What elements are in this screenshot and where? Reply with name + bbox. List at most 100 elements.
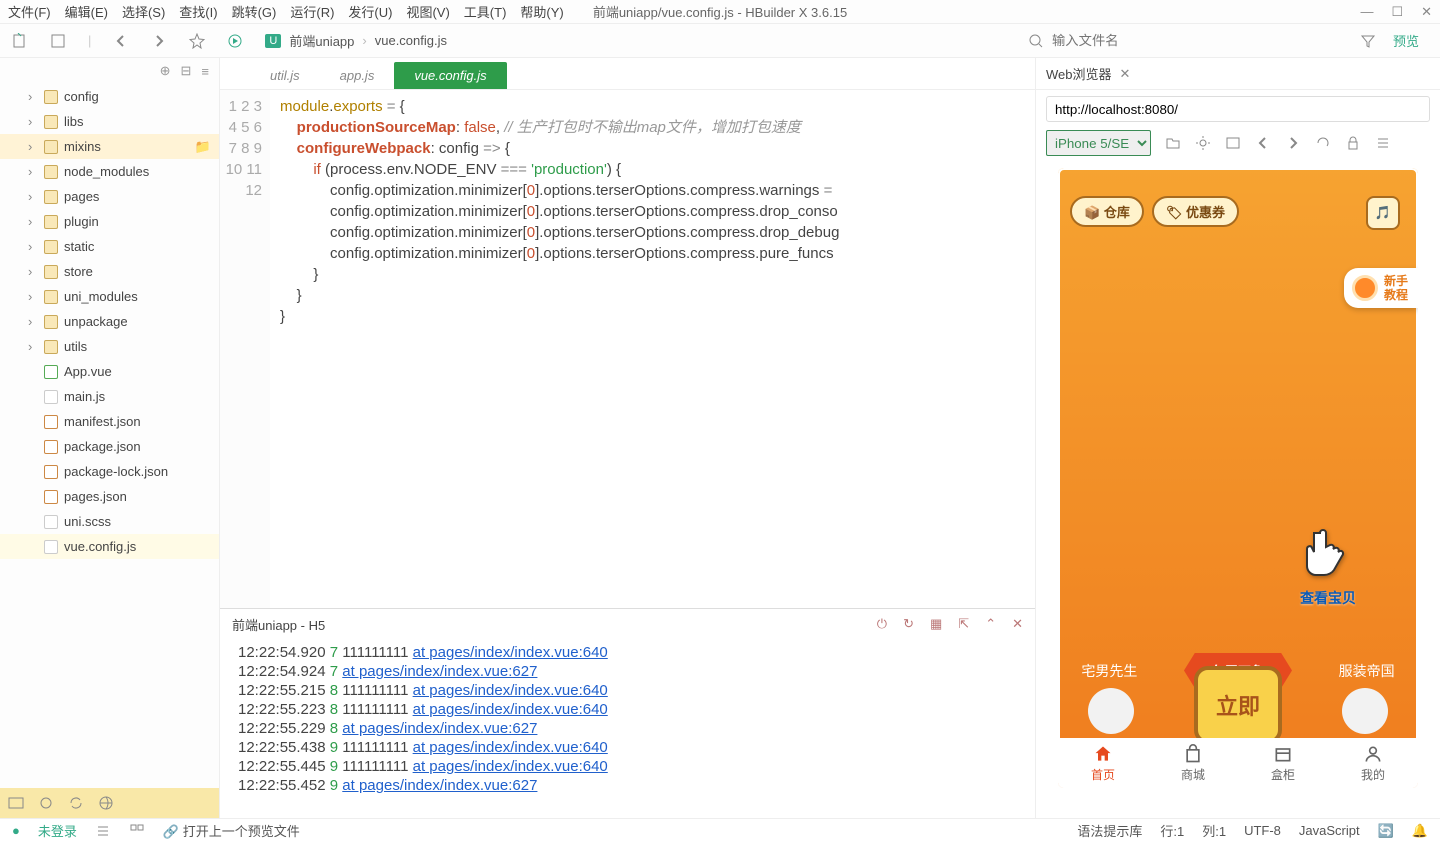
tree-item-manifest-json[interactable]: manifest.json: [0, 409, 219, 434]
console-export-icon[interactable]: ⇱: [958, 616, 969, 632]
back-icon[interactable]: [113, 33, 129, 49]
terminal-icon[interactable]: [8, 795, 24, 811]
list-icon[interactable]: [95, 823, 111, 839]
refresh-icon[interactable]: [1315, 135, 1331, 151]
console-link[interactable]: at pages/index/index.vue:640: [413, 682, 608, 699]
sync-status-icon[interactable]: 🔄: [1378, 823, 1394, 839]
breadcrumb-project[interactable]: 前端uniapp: [289, 31, 354, 50]
new-file-icon[interactable]: [12, 33, 28, 49]
tree-item-uni-scss[interactable]: uni.scss: [0, 509, 219, 534]
console-output[interactable]: 12:22:54.920 7 111111111 at pages/index/…: [220, 639, 1035, 818]
breadcrumb-file[interactable]: vue.config.js: [375, 33, 447, 48]
encoding[interactable]: UTF-8: [1244, 823, 1281, 838]
tab-home[interactable]: 首页: [1058, 738, 1148, 788]
forward-icon[interactable]: [151, 33, 167, 49]
language-mode[interactable]: JavaScript: [1299, 823, 1360, 838]
search-icon[interactable]: [1028, 33, 1044, 49]
devtools-icon[interactable]: [1225, 135, 1241, 151]
preview-tab[interactable]: Web浏览器: [1046, 64, 1112, 83]
tree-item-libs[interactable]: ›libs: [0, 109, 219, 134]
close-icon[interactable]: ✕: [1421, 4, 1432, 20]
preview-close-icon[interactable]: ✕: [1120, 66, 1131, 82]
console-collapse-icon[interactable]: ⌃: [985, 616, 996, 632]
menu-select[interactable]: 选择(S): [122, 2, 165, 21]
console-link[interactable]: at pages/index/index.vue:627: [342, 720, 537, 737]
preview-url-input[interactable]: [1046, 96, 1430, 122]
music-button[interactable]: 🎵: [1366, 196, 1400, 230]
tree-item-pages[interactable]: ›pages: [0, 184, 219, 209]
tree-item-mixins[interactable]: ›mixins📁: [0, 134, 219, 159]
console-clear-icon[interactable]: ▦: [930, 616, 942, 632]
category-left[interactable]: 宅男先生: [1081, 661, 1137, 681]
warehouse-button[interactable]: 📦 仓库: [1070, 196, 1144, 227]
device-select[interactable]: iPhone 5/SE: [1046, 130, 1151, 156]
tree-item-static[interactable]: ›static: [0, 234, 219, 259]
tab-box[interactable]: 盒柜: [1238, 738, 1328, 788]
notifications-icon[interactable]: 🔔: [1412, 823, 1428, 839]
add-icon[interactable]: ⊕: [160, 63, 171, 79]
tree-item-config[interactable]: ›config: [0, 84, 219, 109]
syntax-library[interactable]: 语法提示库: [1077, 821, 1142, 840]
menu-tools[interactable]: 工具(T): [464, 2, 507, 21]
tree-item-unpackage[interactable]: ›unpackage: [0, 309, 219, 334]
menu-help[interactable]: 帮助(Y): [520, 2, 563, 21]
save-icon[interactable]: [50, 33, 66, 49]
tutorial-button[interactable]: 新手教程: [1344, 268, 1418, 308]
lock-icon[interactable]: [1345, 135, 1361, 151]
menu-icon[interactable]: [1375, 135, 1391, 151]
console-link[interactable]: at pages/index/index.vue:627: [342, 663, 537, 680]
menu-file[interactable]: 文件(F): [8, 2, 51, 21]
avatar-left[interactable]: [1088, 688, 1134, 734]
menu-goto[interactable]: 跳转(G): [232, 2, 277, 21]
pointer-hint[interactable]: 查看宝贝: [1298, 525, 1358, 608]
gear-icon[interactable]: [1195, 135, 1211, 151]
avatar-right[interactable]: [1342, 688, 1388, 734]
run-icon[interactable]: [227, 33, 243, 49]
menu-view[interactable]: 视图(V): [406, 2, 449, 21]
open-folder-icon[interactable]: [1165, 135, 1181, 151]
category-right[interactable]: 服装帝国: [1339, 661, 1395, 681]
start-button[interactable]: 立即: [1194, 666, 1282, 744]
console-close-icon[interactable]: ✕: [1012, 616, 1023, 632]
tree-item-utils[interactable]: ›utils: [0, 334, 219, 359]
preview-button[interactable]: 预览: [1384, 28, 1428, 53]
console-link[interactable]: at pages/index/index.vue:640: [413, 758, 608, 775]
collapse-icon[interactable]: ⊟: [181, 63, 192, 79]
code-body[interactable]: module.exports = { productionSourceMap: …: [270, 90, 839, 608]
minimize-icon[interactable]: —: [1360, 4, 1373, 20]
tree-item-package-lock-json[interactable]: package-lock.json: [0, 459, 219, 484]
coupon-button[interactable]: 🏷 优惠券: [1152, 196, 1239, 227]
search-input[interactable]: [1052, 33, 1352, 48]
nav-back-icon[interactable]: [1255, 135, 1271, 151]
grid-icon[interactable]: [129, 823, 145, 839]
menu-publish[interactable]: 发行(U): [348, 2, 392, 21]
nav-forward-icon[interactable]: [1285, 135, 1301, 151]
tree-item-store[interactable]: ›store: [0, 259, 219, 284]
editor-tab-util-js[interactable]: util.js: [250, 62, 320, 89]
tree-item-main-js[interactable]: main.js: [0, 384, 219, 409]
tab-mall[interactable]: 商城: [1148, 738, 1238, 788]
console-restart-icon[interactable]: ↻: [903, 616, 914, 632]
console-link[interactable]: at pages/index/index.vue:627: [342, 777, 537, 794]
star-icon[interactable]: [189, 33, 205, 49]
console-link[interactable]: at pages/index/index.vue:640: [413, 739, 608, 756]
maximize-icon[interactable]: ☐: [1391, 4, 1403, 20]
sync-icon[interactable]: [68, 795, 84, 811]
menu-run[interactable]: 运行(R): [290, 2, 334, 21]
menu-find[interactable]: 查找(I): [179, 2, 217, 21]
menu-edit[interactable]: 编辑(E): [65, 2, 108, 21]
editor-tab-app-js[interactable]: app.js: [320, 62, 395, 89]
globe-icon[interactable]: [98, 795, 114, 811]
login-status[interactable]: 未登录: [38, 821, 77, 840]
debug-icon[interactable]: [38, 795, 54, 811]
tree-item-pages-json[interactable]: pages.json: [0, 484, 219, 509]
more-icon[interactable]: ≡: [201, 64, 209, 79]
console-link[interactable]: at pages/index/index.vue:640: [413, 701, 608, 718]
preview-hint[interactable]: 🔗 打开上一个预览文件: [163, 821, 300, 840]
tree-item-vue-config-js[interactable]: vue.config.js: [0, 534, 219, 559]
tree-item-App-vue[interactable]: App.vue: [0, 359, 219, 384]
tab-mine[interactable]: 我的: [1328, 738, 1418, 788]
editor-tab-vue-config-js[interactable]: vue.config.js: [394, 62, 506, 89]
tree-item-plugin[interactable]: ›plugin: [0, 209, 219, 234]
tree-item-package-json[interactable]: package.json: [0, 434, 219, 459]
